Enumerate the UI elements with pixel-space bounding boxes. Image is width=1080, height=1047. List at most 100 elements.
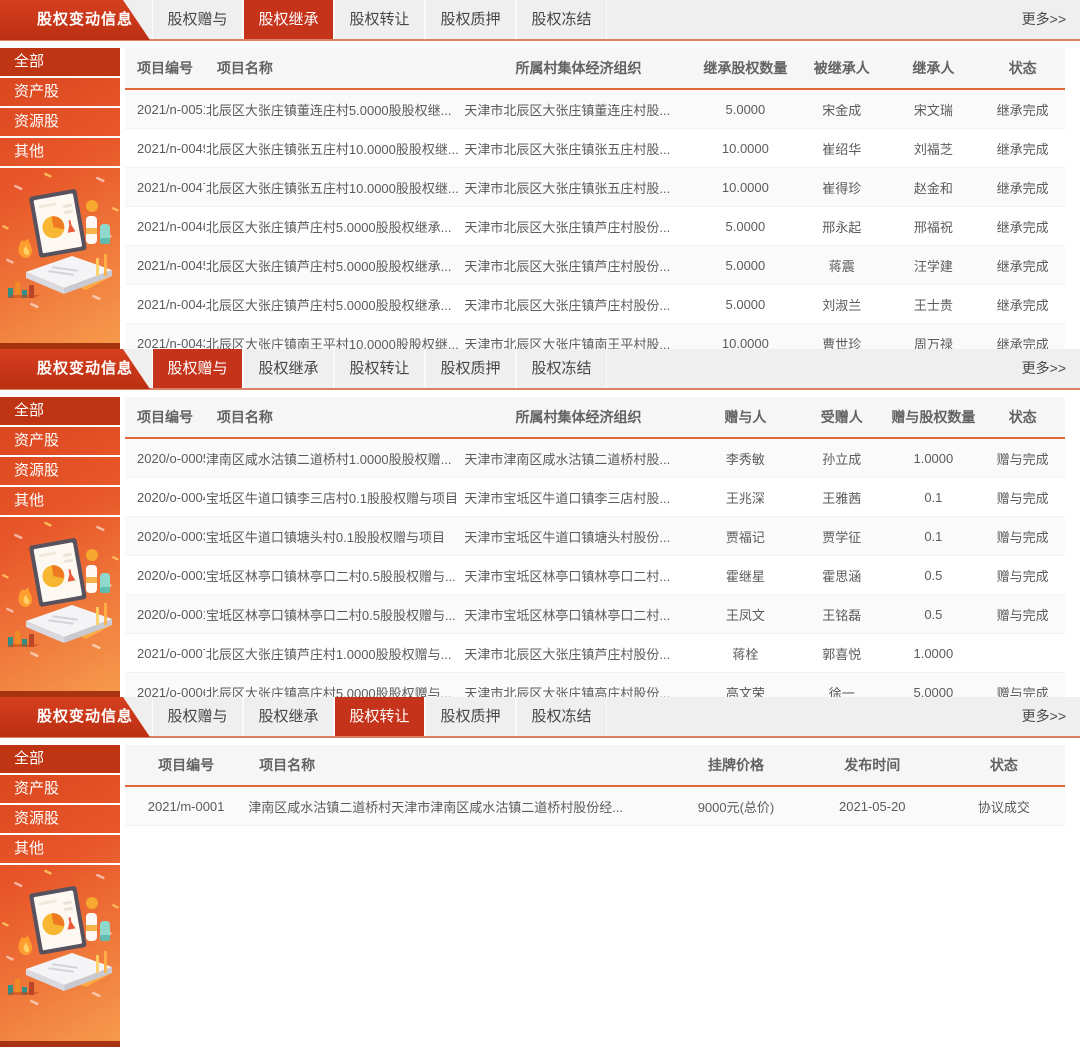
table-cell: 霍思涵 [797,556,886,595]
sidebar-illustration [0,164,120,324]
sidebar-item[interactable]: 全部 [0,745,120,775]
sidebar-item[interactable]: 其他 [0,487,120,517]
table-cell: 2020/o-0001 [125,595,205,634]
table-row[interactable]: 2021/n-0045北辰区大张庄镇芦庄村5.0000股股权继承...天津市北辰… [125,246,1065,285]
table-cell: 1.0000 [886,438,980,478]
tab-item[interactable]: 股权冻结 [516,697,607,736]
table-cell: 0.1 [886,478,980,517]
table-area: 项目编号项目名称所属村集体经济组织继承股权数量被继承人继承人状态2021/n-0… [120,48,1080,349]
table-row[interactable]: 2021/n-0051北辰区大张庄镇董连庄村5.0000股股权继...天津市北辰… [125,89,1065,129]
sidebar-items: 全部资产股资源股其他 [0,397,120,517]
table-header-row: 项目编号项目名称所属村集体经济组织赠与人受赠人赠与股权数量状态 [125,397,1065,438]
sidebar-item[interactable]: 全部 [0,48,120,78]
sidebar-item[interactable]: 资产股 [0,78,120,108]
data-table: 项目编号项目名称所属村集体经济组织继承股权数量被继承人继承人状态2021/n-0… [125,48,1065,349]
sidebar-item[interactable]: 资产股 [0,775,120,805]
table-cell: 李秀敏 [694,438,797,478]
table-cell: 王士贵 [886,285,980,324]
table-cell: 宝坻区林亭口镇林亭口二村0.5股股权赠与... [205,595,464,634]
tab-item[interactable]: 股权继承 [243,349,334,388]
tab-item[interactable]: 股权转让 [334,349,425,388]
category-sidebar: 全部资产股资源股其他 [0,48,120,349]
table-cell: 赠与完成 [980,517,1065,556]
table-row[interactable]: 2020/o-0004宝坻区牛道口镇李三店村0.1股股权赠与项目天津市宝坻区牛道… [125,478,1065,517]
table-cell: 赠与完成 [980,478,1065,517]
column-header: 被继承人 [797,48,886,89]
tab-active[interactable]: 股权赠与 [152,349,243,388]
tab-item[interactable]: 股权转让 [334,0,425,39]
table-cell: 天津市北辰区大张庄镇芦庄村股份... [463,285,693,324]
table-row[interactable]: 2021/n-0046北辰区大张庄镇芦庄村5.0000股股权继承...天津市北辰… [125,207,1065,246]
sidebar-item[interactable]: 全部 [0,397,120,427]
table-cell: 孙立成 [797,438,886,478]
data-table: 项目编号项目名称挂牌价格发布时间状态2021/m-0001津南区咸水沽镇二道桥村… [125,745,1065,826]
tab-item[interactable]: 股权质押 [425,0,516,39]
section-banner: 股权变动信息 [0,697,150,737]
table-row[interactable]: 2021/n-0049北辰区大张庄镇张五庄村10.0000股股权继...天津市北… [125,129,1065,168]
tab-item[interactable]: 股权冻结 [516,0,607,39]
sidebar-item[interactable]: 其他 [0,835,120,865]
table-cell: 刘淑兰 [797,285,886,324]
table-cell: 王凤文 [694,595,797,634]
tab-item[interactable]: 股权质押 [425,697,516,736]
column-header: 项目编号 [125,397,205,438]
table-cell: 1.0000 [886,634,980,673]
column-header: 项目编号 [125,48,205,89]
table-cell: 5.0000 [694,285,797,324]
table-cell: 继承完成 [980,129,1065,168]
sidebar-item[interactable]: 资源股 [0,108,120,138]
table-cell: 5.0000 [886,673,980,698]
column-header: 状态 [943,745,1065,786]
section-banner: 股权变动信息 [0,349,150,389]
tab-active[interactable]: 股权转让 [334,697,425,736]
table-cell: 2021/m-0001 [125,786,247,826]
column-header: 赠与人 [694,397,797,438]
tab-item[interactable]: 股权赠与 [152,0,243,39]
tab-item[interactable]: 股权冻结 [516,349,607,388]
tab-bar: 股权变动信息 股权赠与股权继承股权转让股权质押股权冻结 更多>> [0,697,1080,738]
sidebar-item[interactable]: 其他 [0,138,120,168]
column-header: 受赠人 [797,397,886,438]
table-cell: 继承完成 [980,285,1065,324]
tab-item[interactable]: 股权质押 [425,349,516,388]
table-row[interactable]: 2020/o-0005津南区咸水沽镇二道桥村1.0000股股权赠...天津市津南… [125,438,1065,478]
table-cell: 2020/o-0005 [125,438,205,478]
more-link[interactable]: 更多>> [1022,0,1066,39]
table-cell: 郭喜悦 [797,634,886,673]
sidebar-item[interactable]: 资产股 [0,427,120,457]
table-cell: 北辰区大张庄镇南王平村10.0000股股权继... [205,324,464,350]
table-cell: 2020/o-0002 [125,556,205,595]
table-cell: 天津市北辰区大张庄镇董连庄村股... [463,89,693,129]
section-equity-inheritance: 股权变动信息 股权赠与股权继承股权转让股权质押股权冻结 更多>> 全部资产股资源… [0,0,1080,349]
more-link[interactable]: 更多>> [1022,697,1066,736]
table-cell: 协议成交 [943,786,1065,826]
tab-active[interactable]: 股权继承 [243,0,334,39]
tab-item[interactable]: 股权继承 [243,697,334,736]
table-row[interactable]: 2020/o-0001宝坻区林亭口镇林亭口二村0.5股股权赠与...天津市宝坻区… [125,595,1065,634]
tab-bar-tabs: 股权赠与股权继承股权转让股权质押股权冻结 [152,0,607,39]
table-cell: 天津市津南区咸水沽镇二道桥村股... [463,438,693,478]
table-row[interactable]: 2021/o-0007北辰区大张庄镇芦庄村1.0000股股权赠与...天津市北辰… [125,634,1065,673]
table-header-row: 项目编号项目名称挂牌价格发布时间状态 [125,745,1065,786]
table-row[interactable]: 2020/o-0003宝坻区牛道口镇塘头村0.1股股权赠与项目天津市宝坻区牛道口… [125,517,1065,556]
tab-bar: 股权变动信息 股权赠与股权继承股权转让股权质押股权冻结 更多>> [0,349,1080,390]
column-header: 状态 [980,397,1065,438]
table-row[interactable]: 2020/o-0002宝坻区林亭口镇林亭口二村0.5股股权赠与...天津市宝坻区… [125,556,1065,595]
sidebar-item[interactable]: 资源股 [0,457,120,487]
table-row[interactable]: 2021/n-0047北辰区大张庄镇张五庄村10.0000股股权继...天津市北… [125,168,1065,207]
table-cell: 天津市北辰区大张庄镇高庄村股份... [463,673,693,698]
table-cell: 崔绍华 [797,129,886,168]
table-row[interactable]: 2021/o-0006北辰区大张庄镇高庄村5.0000股股权赠与...天津市北辰… [125,673,1065,698]
table-row[interactable]: 2021/n-0044北辰区大张庄镇芦庄村5.0000股股权继承...天津市北辰… [125,285,1065,324]
sidebar-item[interactable]: 资源股 [0,805,120,835]
table-row[interactable]: 2021/m-0001津南区咸水沽镇二道桥村天津市津南区咸水沽镇二道桥村股份经.… [125,786,1065,826]
column-header: 赠与股权数量 [886,397,980,438]
table-row[interactable]: 2021/n-0043北辰区大张庄镇南王平村10.0000股股权继...天津市北… [125,324,1065,350]
column-header: 项目名称 [205,397,464,438]
section-banner: 股权变动信息 [0,0,150,40]
more-link[interactable]: 更多>> [1022,349,1066,388]
tab-item[interactable]: 股权赠与 [152,697,243,736]
table-cell: 2021/n-0044 [125,285,205,324]
table-cell: 0.5 [886,556,980,595]
column-header: 项目编号 [125,745,247,786]
